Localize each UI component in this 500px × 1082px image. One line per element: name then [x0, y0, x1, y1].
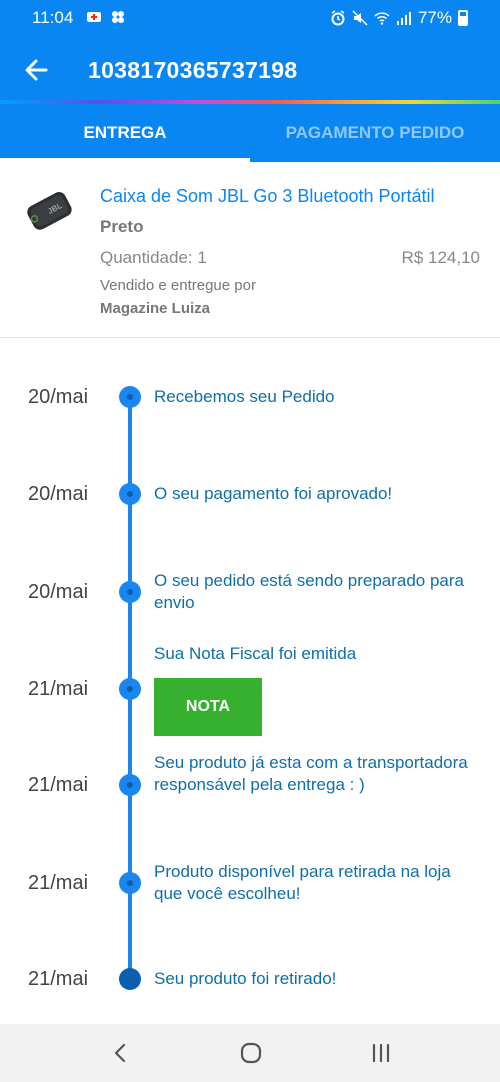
tab-entrega[interactable]: ENTREGA: [0, 104, 250, 162]
recents-nav-icon[interactable]: [366, 1038, 396, 1068]
status-bar: 11:04 77%: [0, 0, 500, 36]
event-date: 20/mai: [28, 386, 89, 408]
mute-icon: [352, 10, 368, 26]
event-text: Sua Nota Fiscal foi emitida: [154, 644, 357, 663]
battery-percent: 77%: [417, 8, 452, 27]
event-date: 20/mai: [28, 483, 89, 505]
event-text: O seu pedido está sendo preparado para e…: [154, 571, 465, 612]
page-title: 1038170365737198: [88, 57, 298, 83]
notification-icon: [87, 12, 101, 22]
product-card[interactable]: JBL Caixa de Som JBL Go 3 Bluetooth Port…: [0, 162, 500, 338]
event-date: 21/mai: [28, 774, 89, 796]
event-text: Seu produto já esta com a transportadora…: [154, 753, 468, 794]
app-bar: 1038170365737198: [0, 36, 500, 104]
tab-bar: ENTREGA PAGAMENTO PEDIDO: [0, 104, 500, 162]
timeline-dot: [119, 483, 141, 505]
order-timeline: 20/mai Recebemos seu Pedido 20/mai O seu…: [0, 338, 500, 1024]
product-color: Preto: [100, 217, 144, 236]
timeline-dot: [119, 872, 141, 894]
timeline-dot: [119, 678, 141, 700]
event-text: Produto disponível para retirada na loja…: [154, 862, 451, 903]
event-text: Seu produto foi retirado!: [154, 969, 337, 988]
signal-icon: [396, 12, 411, 25]
back-nav-icon[interactable]: [106, 1038, 136, 1068]
product-name[interactable]: Caixa de Som JBL Go 3 Bluetooth Portátil: [100, 186, 435, 207]
speaker-image: JBL: [27, 192, 72, 230]
timeline-dot-final: [119, 968, 141, 990]
event-text: O seu pagamento foi aprovado!: [154, 484, 393, 503]
home-nav-icon[interactable]: [236, 1038, 266, 1068]
status-time: 11:04: [32, 8, 74, 27]
timeline-dot: [119, 386, 141, 408]
event-text: Recebemos seu Pedido: [154, 387, 335, 406]
system-nav-bar: [0, 1024, 500, 1082]
arrow-left-icon[interactable]: [20, 54, 52, 86]
event-date: 21/mai: [28, 678, 89, 700]
timeline-dot: [119, 774, 141, 796]
seller-name: Magazine Luiza: [100, 300, 211, 317]
nota-button[interactable]: NOTA: [154, 678, 262, 736]
event-date: 21/mai: [28, 968, 89, 990]
product-quantity: Quantidade: 1: [100, 248, 207, 267]
event-date: 21/mai: [28, 872, 89, 894]
seller-label: Vendido e entregue por: [100, 277, 256, 294]
gallery-icon: [112, 11, 124, 23]
tab-pagamento-pedido[interactable]: PAGAMENTO PEDIDO: [250, 104, 500, 162]
event-date: 20/mai: [28, 581, 89, 603]
battery-icon: [458, 10, 468, 26]
wifi-icon: [374, 12, 390, 25]
timeline-dot: [119, 581, 141, 603]
product-price: R$ 124,10: [401, 248, 480, 267]
alarm-icon: [331, 10, 345, 26]
